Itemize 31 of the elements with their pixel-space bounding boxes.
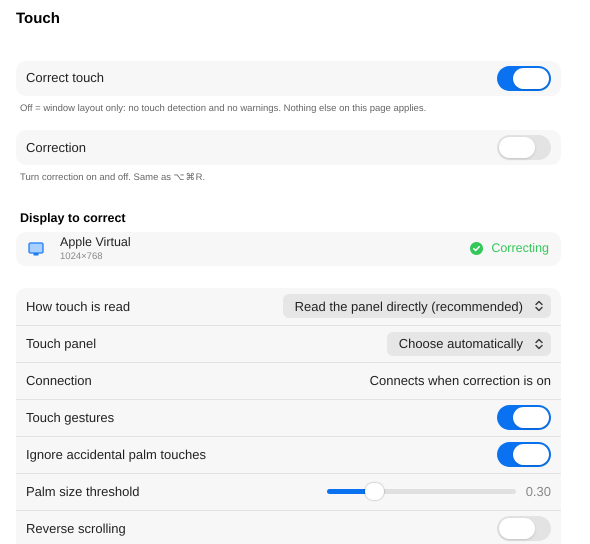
setting-label: Ignore accidental palm touches bbox=[26, 446, 206, 464]
section-heading: Display to correct bbox=[19, 210, 127, 227]
slider[interactable] bbox=[326, 483, 516, 500]
page-title: Touch bbox=[16, 9, 61, 29]
monitor-icon bbox=[28, 242, 44, 256]
select-dropdown[interactable]: Choose automatically bbox=[386, 332, 551, 356]
setting-label: Reverse scrolling bbox=[26, 520, 126, 538]
toggle-switch[interactable] bbox=[497, 442, 551, 468]
setting-label: Correction bbox=[26, 138, 86, 156]
setting-label: Touch gestures bbox=[26, 409, 114, 427]
setting-caption: Off = window layout only: no touch detection and no warnings. Nothing else on this page applies. bbox=[19, 102, 428, 116]
display-resolution: 1024×768 bbox=[60, 250, 104, 262]
toggle-switch[interactable] bbox=[497, 134, 551, 160]
chevron-up-down-icon bbox=[535, 338, 543, 350]
slider-reading: 0.30 bbox=[526, 483, 551, 501]
setting-label: Touch panel bbox=[26, 335, 96, 353]
toggle-switch[interactable] bbox=[497, 516, 551, 542]
setting-label: How touch is read bbox=[26, 298, 130, 316]
setting-caption: Turn correction on and off. Same as ⌥⌘R. bbox=[19, 170, 206, 185]
setting-label: Correct touch bbox=[26, 69, 104, 88]
slider-thumb[interactable] bbox=[364, 483, 384, 500]
check-circle-icon bbox=[470, 242, 484, 256]
toggle-switch[interactable] bbox=[497, 405, 551, 430]
toggle-switch[interactable] bbox=[497, 66, 551, 90]
chevron-up-down-icon bbox=[535, 300, 543, 312]
setting-label: Palm size threshold bbox=[26, 483, 140, 501]
status-text: Correcting bbox=[491, 240, 549, 258]
value-text: Connects when correction is on bbox=[370, 372, 551, 390]
setting-label: Connection bbox=[26, 372, 92, 390]
select-dropdown[interactable]: Read the panel directly (recommended) bbox=[282, 294, 551, 318]
display-name: Apple Virtual bbox=[60, 235, 131, 251]
